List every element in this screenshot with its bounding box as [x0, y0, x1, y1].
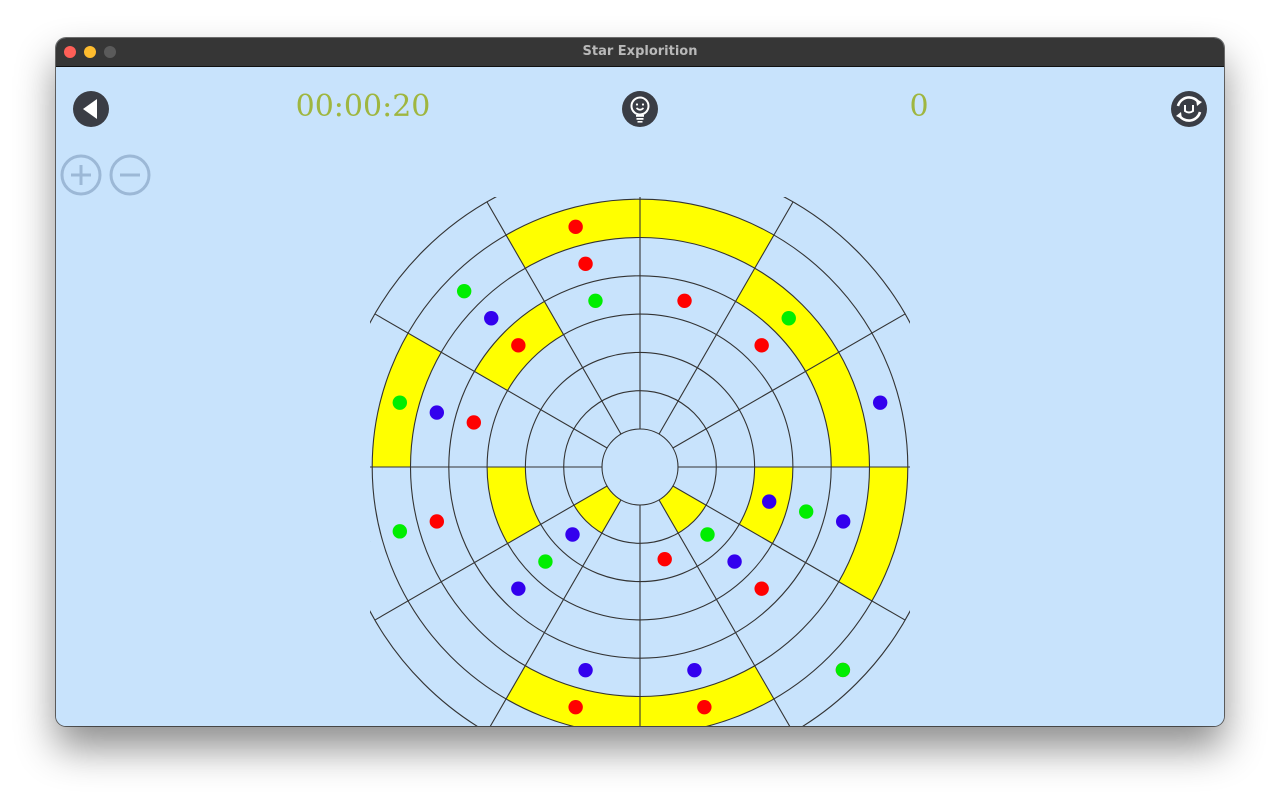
restart-icon	[1171, 91, 1207, 127]
marble-red[interactable]	[511, 338, 526, 353]
restart-button[interactable]	[1170, 90, 1208, 128]
window-title: Star Explorition	[582, 44, 698, 59]
game-area: 00:00:20 0	[56, 67, 1224, 726]
marble-blue[interactable]	[484, 311, 499, 326]
score-display: 0	[909, 89, 929, 124]
marble-red[interactable]	[568, 219, 583, 235]
zoom-in-icon	[60, 154, 102, 196]
marble-green[interactable]	[700, 527, 715, 542]
marble-blue[interactable]	[429, 405, 445, 420]
marble-green[interactable]	[835, 662, 851, 678]
marble-green[interactable]	[392, 395, 408, 410]
back-arrow-icon	[73, 91, 109, 127]
zoom-in-button[interactable]	[60, 154, 102, 196]
circular-game-board[interactable]	[370, 197, 910, 726]
marble-red[interactable]	[697, 699, 712, 715]
marble-blue[interactable]	[565, 527, 580, 542]
marble-blue[interactable]	[511, 581, 526, 596]
marble-green[interactable]	[538, 554, 553, 569]
marble-blue[interactable]	[872, 395, 888, 410]
marble-blue[interactable]	[687, 662, 702, 678]
timer-display: 00:00:20	[295, 89, 431, 124]
lightbulb-hint-icon	[622, 91, 658, 127]
marble-blue[interactable]	[727, 554, 742, 569]
app-window: Star Explorition 00:00:20 0	[56, 38, 1224, 726]
marble-green[interactable]	[781, 311, 796, 326]
marble-red[interactable]	[754, 338, 769, 353]
marble-red[interactable]	[466, 415, 482, 430]
marble-red[interactable]	[568, 699, 583, 715]
marble-green[interactable]	[456, 283, 472, 299]
marble-red[interactable]	[578, 256, 593, 272]
zoom-out-button[interactable]	[109, 154, 151, 196]
marble-blue[interactable]	[578, 662, 593, 678]
zoom-out-icon	[109, 154, 151, 196]
marble-red[interactable]	[657, 551, 672, 567]
marble-red[interactable]	[677, 293, 692, 309]
marble-green[interactable]	[392, 524, 408, 539]
marble-blue[interactable]	[761, 494, 777, 509]
title-bar: Star Explorition	[56, 38, 1224, 67]
hint-button[interactable]	[621, 90, 659, 128]
marble-red[interactable]	[429, 514, 445, 529]
marble-green[interactable]	[588, 293, 603, 309]
back-button[interactable]	[72, 90, 110, 128]
marble-red[interactable]	[754, 581, 769, 596]
marble-blue[interactable]	[835, 514, 851, 529]
marble-green[interactable]	[798, 504, 814, 519]
